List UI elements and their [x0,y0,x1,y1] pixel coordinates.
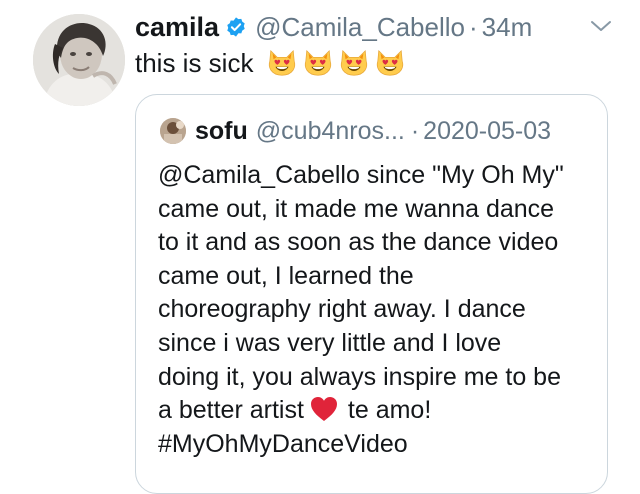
quoted-text-line: came out, it made me wanna dance [158,194,555,223]
separator-dot: · [410,116,420,145]
smiling-cat-heart-eyes-emoji [303,48,333,78]
tweet-text-content: this is sick [135,47,254,78]
quoted-text-line: doing it, you always inspire me to be [158,362,561,391]
smiling-cat-heart-eyes-emoji [267,48,297,78]
separator-dot: · [469,11,478,42]
hashtag-link[interactable]: #MyOhMyDanceVideo [158,428,598,462]
smiling-cat-heart-eyes-emoji [339,48,369,78]
quoted-text-line: choreography right away. I dance [158,295,526,324]
red-heart-emoji [310,396,338,422]
tweet-text: this is sick [135,45,405,81]
emoji-group [267,48,405,78]
quoted-text-fragment: te amo! [347,396,432,425]
author-name[interactable]: camila [135,12,219,43]
quoted-text-line-with-heart: a better artist te amo! [158,394,598,428]
quoted-text-line: to it and as soon as the dance video [158,228,559,257]
avatar[interactable] [33,14,125,106]
quoted-tweet-header: sofu @cub4nros... · 2020-05-03 [160,114,551,148]
quoted-text-line: @Camila_Cabello since "My Oh My" [158,161,564,189]
quoted-tweet-card[interactable]: sofu @cub4nros... · 2020-05-03 @Camila_C… [135,94,608,494]
quoted-date[interactable]: 2020-05-03 [423,117,551,146]
smiling-cat-heart-eyes-emoji [375,48,405,78]
author-handle[interactable]: @Camila_Cabello [255,12,465,43]
quoted-text-line: since i was very little and I love [158,328,502,357]
timestamp[interactable]: 34m [482,12,533,43]
chevron-down-icon[interactable] [588,16,614,36]
quoted-avatar[interactable] [160,118,186,144]
quoted-author-handle[interactable]: @cub4nros... [256,117,405,146]
quoted-author-name[interactable]: sofu [195,117,248,146]
verified-badge-icon [225,16,247,38]
quoted-text-fragment: a better artist [158,396,304,425]
quoted-text-line: came out, I learned the [158,261,414,290]
tweet-header: camila @Camila_Cabello · 34m [135,9,532,45]
quoted-tweet-text: @Camila_Cabello since "My Oh My" came ou… [158,159,598,461]
